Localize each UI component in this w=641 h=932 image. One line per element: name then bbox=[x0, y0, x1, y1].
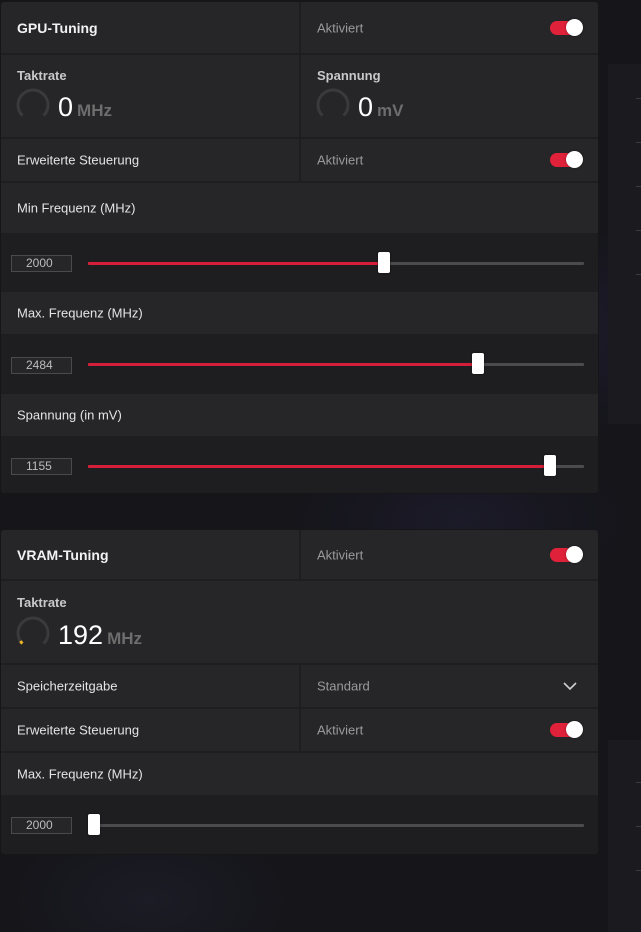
slider-thumb[interactable] bbox=[378, 252, 391, 273]
slider-thumb[interactable] bbox=[543, 455, 556, 476]
side-panel-edge bbox=[608, 64, 641, 424]
side-panel-divider bbox=[636, 782, 641, 783]
gpu-min-frequency-input[interactable]: 2000 bbox=[11, 255, 72, 272]
vram-max-frequency-label: Max. Frequenz (MHz) bbox=[17, 766, 143, 782]
vram-memory-timing-row: Speicherzeitgabe Standard bbox=[1, 665, 598, 707]
side-panel-divider bbox=[636, 142, 641, 143]
gpu-tuning-toggle[interactable] bbox=[550, 18, 583, 36]
vram-clock-unit: MHz bbox=[107, 629, 143, 648]
gpu-clock-label: Taktrate bbox=[17, 68, 67, 83]
gpu-voltage-slider-row: 1155 bbox=[1, 437, 598, 493]
vram-memory-timing-value: Standard bbox=[317, 678, 370, 694]
vram-max-frequency-input[interactable]: 2000 bbox=[11, 817, 72, 834]
gpu-clock-unit: MHz bbox=[77, 101, 112, 120]
gpu-max-frequency-input[interactable]: 2484 bbox=[11, 357, 72, 374]
toggle-knob bbox=[566, 18, 583, 36]
gpu-voltage-input[interactable]: 1155 bbox=[11, 458, 72, 475]
vram-memory-timing-dropdown[interactable]: Standard bbox=[301, 665, 598, 707]
vram-tuning-card: VRAM-Tuning Aktiviert Taktrate 192 MHz Sp… bbox=[1, 530, 598, 854]
gpu-voltage-slider-header: Spannung (in mV) bbox=[1, 394, 598, 436]
side-panel-divider bbox=[636, 274, 641, 275]
vram-tuning-title: VRAM-Tuning bbox=[17, 546, 109, 563]
slider-fill bbox=[88, 262, 385, 265]
gpu-voltage-metric: Spannung 0 mV bbox=[301, 55, 598, 137]
gpu-clock-metric: Taktrate 0 MHz bbox=[1, 55, 299, 137]
gpu-advanced-status: Aktiviert bbox=[317, 152, 364, 168]
toggle-knob bbox=[566, 151, 583, 168]
side-panel-edge bbox=[608, 740, 641, 932]
slider-fill bbox=[88, 465, 550, 468]
toggle-knob bbox=[566, 721, 583, 738]
vram-tuning-status: Aktiviert bbox=[317, 547, 364, 562]
gpu-clock-gauge-icon bbox=[16, 88, 50, 117]
gpu-clock-value: 0 bbox=[58, 92, 74, 122]
gpu-voltage-value: 0 bbox=[358, 92, 374, 122]
chevron-down-icon bbox=[563, 682, 577, 691]
vram-advanced-status: Aktiviert bbox=[317, 722, 364, 738]
vram-advanced-control-row: Erweiterte Steuerung Aktiviert bbox=[1, 709, 598, 751]
gpu-max-frequency-header: Max. Frequenz (MHz) bbox=[1, 292, 598, 334]
side-panel-divider bbox=[636, 186, 641, 187]
vram-advanced-toggle-cell[interactable]: Aktiviert bbox=[301, 709, 598, 751]
gpu-min-frequency-slider-row: 2000 bbox=[1, 233, 598, 291]
gpu-voltage-label: Spannung bbox=[317, 68, 381, 83]
gpu-max-frequency-label: Max. Frequenz (MHz) bbox=[17, 305, 143, 321]
vram-clock-value: 192 bbox=[58, 620, 104, 650]
vram-clock-metric: Taktrate 192 MHz bbox=[1, 581, 598, 663]
vram-max-frequency-slider[interactable] bbox=[87, 814, 584, 835]
vram-clock-gauge-icon bbox=[16, 616, 50, 645]
gpu-tuning-toggle-cell[interactable]: Aktiviert bbox=[301, 2, 598, 53]
vram-memory-timing-label: Speicherzeitgabe bbox=[17, 678, 118, 694]
gpu-advanced-toggle[interactable] bbox=[550, 151, 583, 168]
slider-thumb[interactable] bbox=[87, 814, 100, 835]
side-panel-divider bbox=[636, 826, 641, 827]
gpu-min-frequency-slider[interactable] bbox=[88, 252, 584, 273]
slider-fill bbox=[88, 363, 478, 366]
gpu-advanced-toggle-cell[interactable]: Aktiviert bbox=[301, 139, 598, 181]
gpu-voltage-slider-label: Spannung (in mV) bbox=[17, 407, 122, 423]
vram-clock-label: Taktrate bbox=[17, 595, 67, 610]
slider-thumb[interactable] bbox=[471, 353, 484, 374]
gpu-tuning-status: Aktiviert bbox=[317, 20, 364, 35]
toggle-knob bbox=[566, 545, 583, 563]
gpu-voltage-unit: mV bbox=[377, 101, 404, 120]
gpu-max-frequency-slider-row: 2484 bbox=[1, 335, 598, 393]
side-panel-divider bbox=[636, 230, 641, 231]
gpu-min-frequency-label: Min Frequenz (MHz) bbox=[17, 200, 136, 216]
gpu-advanced-control-label: Erweiterte Steuerung bbox=[17, 152, 140, 168]
gpu-voltage-slider[interactable] bbox=[88, 455, 584, 476]
gpu-min-frequency-header: Min Frequenz (MHz) bbox=[1, 183, 598, 233]
vram-max-frequency-slider-row: 2000 bbox=[1, 796, 598, 854]
vram-tuning-toggle-cell[interactable]: Aktiviert bbox=[301, 530, 598, 579]
side-panel-divider bbox=[636, 870, 641, 871]
gpu-tuning-title: GPU-Tuning bbox=[17, 19, 98, 36]
vram-tuning-toggle[interactable] bbox=[550, 545, 583, 563]
gpu-max-frequency-slider[interactable] bbox=[88, 353, 584, 374]
vram-max-frequency-header: Max. Frequenz (MHz) bbox=[1, 753, 598, 795]
gpu-tuning-header: GPU-Tuning Aktiviert bbox=[1, 2, 598, 53]
gpu-advanced-control-row: Erweiterte Steuerung Aktiviert bbox=[1, 139, 598, 181]
vram-tuning-header: VRAM-Tuning Aktiviert bbox=[1, 530, 598, 579]
vram-advanced-control-label: Erweiterte Steuerung bbox=[17, 722, 140, 738]
gpu-voltage-gauge-icon bbox=[316, 88, 350, 117]
vram-advanced-toggle[interactable] bbox=[550, 721, 583, 738]
gpu-tuning-card: GPU-Tuning Aktiviert Taktrate 0 MHz Spann… bbox=[1, 2, 598, 493]
side-panel-divider bbox=[636, 98, 641, 99]
